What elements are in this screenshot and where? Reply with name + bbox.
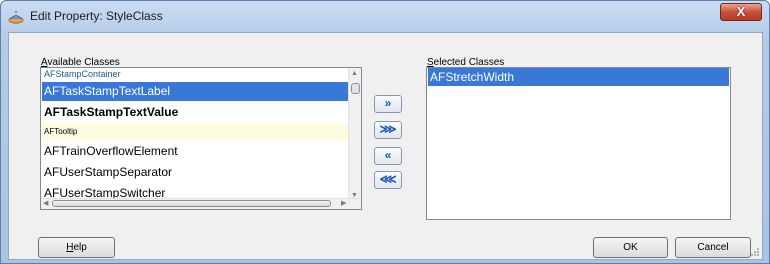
- resize-grip-icon[interactable]: [750, 247, 760, 257]
- title-bar[interactable]: Edit Property: StyleClass X: [1, 1, 769, 31]
- ok-button[interactable]: OK: [593, 237, 668, 258]
- app-icon: [8, 10, 24, 24]
- move-left-icon: «: [384, 148, 392, 162]
- available-horizontal-scrollbar[interactable]: ◀ ▶: [41, 198, 361, 209]
- help-button[interactable]: Help: [38, 237, 115, 258]
- dialog-body: Available Classes AFStampContainer AFTask…: [8, 32, 763, 260]
- cancel-button[interactable]: Cancel: [675, 237, 751, 258]
- close-icon: X: [736, 4, 746, 19]
- move-all-right-button[interactable]: ⋙: [374, 121, 402, 139]
- available-list-item[interactable]: AFTooltip: [42, 123, 350, 140]
- scroll-up-icon[interactable]: ▲: [351, 69, 358, 78]
- move-left-button[interactable]: «: [374, 147, 402, 165]
- available-list-item[interactable]: AFStampContainer: [42, 68, 350, 80]
- available-list-item[interactable]: AFTaskStampTextLabel: [42, 82, 350, 101]
- scroll-left-icon[interactable]: ◀: [43, 199, 48, 208]
- window-title: Edit Property: StyleClass: [30, 9, 163, 23]
- close-button[interactable]: X: [720, 3, 762, 21]
- available-classes-list[interactable]: AFStampContainer AFTaskStampTextLabel AFTa…: [40, 67, 362, 210]
- move-right-icon: »: [384, 96, 392, 110]
- selected-list-item[interactable]: AFStretchWidth: [428, 68, 729, 86]
- scroll-right-icon[interactable]: ▶: [341, 199, 346, 208]
- available-vertical-scrollbar[interactable]: ▲ ▼: [348, 68, 361, 201]
- move-all-left-icon: ⋘: [379, 172, 397, 186]
- move-all-right-icon: ⋙: [379, 122, 397, 136]
- available-list-item[interactable]: AFTrainOverflowElement: [42, 142, 350, 161]
- move-all-left-button[interactable]: ⋘: [374, 171, 402, 189]
- horizontal-scroll-thumb[interactable]: [52, 200, 331, 207]
- move-right-button[interactable]: »: [374, 95, 402, 113]
- vertical-scroll-thumb[interactable]: [351, 83, 360, 94]
- dialog-window: Edit Property: StyleClass X Available Cl…: [0, 0, 770, 264]
- selected-classes-list[interactable]: AFStretchWidth: [426, 67, 731, 220]
- available-list-item[interactable]: AFUserStampSeparator: [42, 163, 350, 182]
- available-list-item[interactable]: AFTaskStampTextValue: [42, 103, 350, 121]
